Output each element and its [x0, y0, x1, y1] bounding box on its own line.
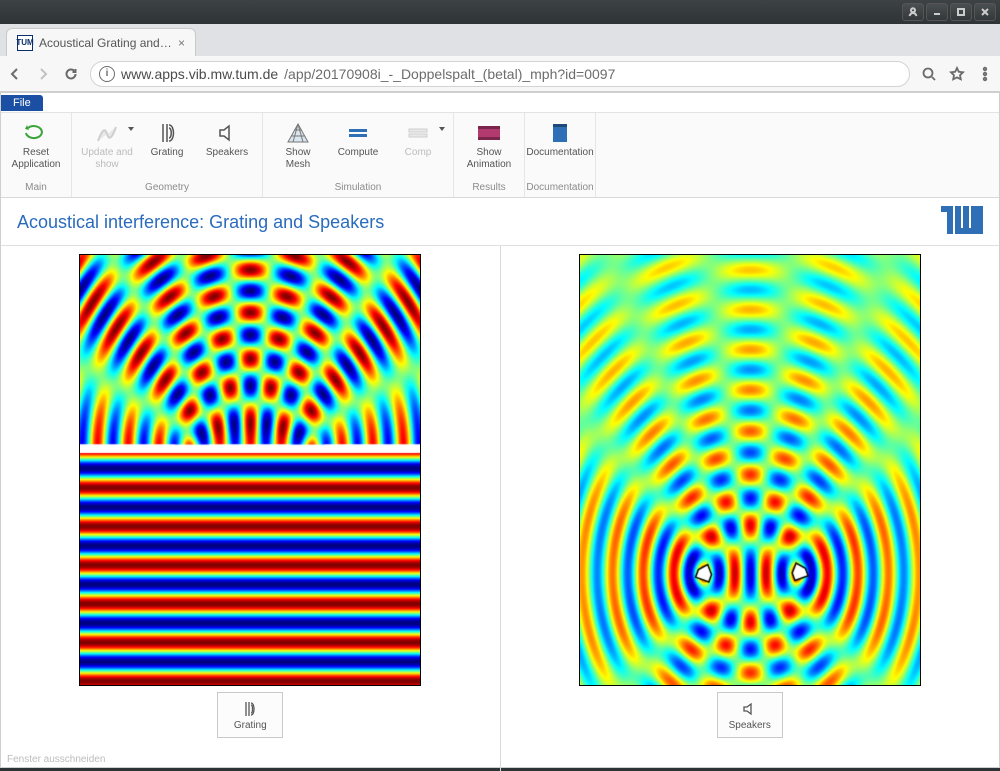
chevron-down-icon	[128, 127, 134, 131]
bookmark-star-icon[interactable]	[948, 65, 966, 83]
browser-tab-strip: TUM Acoustical Grating and Sp ×	[0, 24, 1000, 56]
url-host: www.apps.vib.mw.tum.de	[121, 66, 278, 82]
speakers-toggle-button[interactable]: Speakers	[717, 692, 783, 738]
ribbon-group-label: Results	[454, 180, 524, 197]
grating-button[interactable]: Grating	[138, 117, 196, 163]
browser-menu-icon[interactable]	[976, 65, 994, 83]
speakers-button[interactable]: Speakers	[198, 117, 256, 163]
grating-plot	[79, 254, 421, 686]
ribbon-group-label: Simulation	[263, 180, 453, 197]
documentation-button[interactable]: Documentation	[531, 117, 589, 163]
os-minimize-button[interactable]	[926, 3, 948, 21]
compute-button[interactable]: Compute	[329, 117, 387, 163]
show-animation-button[interactable]: Show Animation	[460, 117, 518, 175]
chevron-down-icon	[439, 127, 445, 131]
ribbon: Reset Application Main Update and show G…	[1, 113, 999, 198]
nav-reload-button[interactable]	[62, 65, 80, 83]
speakers-plot	[579, 254, 921, 686]
ribbon-group-label: Geometry	[72, 180, 262, 197]
url-path: /app/20170908i_-_Doppelspalt_(betal)_mph…	[284, 66, 615, 82]
tab-close-icon[interactable]: ×	[178, 36, 185, 50]
os-close-button[interactable]	[974, 3, 996, 21]
menu-file[interactable]: File	[1, 95, 43, 111]
nav-back-button[interactable]	[6, 65, 24, 83]
reset-application-button[interactable]: Reset Application	[7, 117, 65, 175]
os-maximize-button[interactable]	[950, 3, 972, 21]
browser-tab[interactable]: TUM Acoustical Grating and Sp ×	[6, 28, 196, 56]
address-bar[interactable]: i www.apps.vib.mw.tum.de/app/20170908i_-…	[90, 61, 910, 87]
ribbon-group-label: Main	[1, 180, 71, 197]
snipping-hint: Fenster ausschneiden	[1, 752, 111, 767]
show-mesh-button[interactable]: Show Mesh	[269, 117, 327, 175]
search-icon[interactable]	[920, 65, 938, 83]
ribbon-group-label: Documentation	[525, 180, 595, 197]
site-info-icon[interactable]: i	[99, 66, 115, 82]
page-title: Acoustical interference: Grating and Spe…	[17, 212, 384, 233]
app-menu-bar: File	[1, 93, 999, 113]
tab-favicon: TUM	[17, 35, 33, 51]
tum-logo	[941, 206, 983, 239]
grating-toggle-button[interactable]: Grating	[217, 692, 283, 738]
os-user-icon[interactable]	[902, 3, 924, 21]
nav-forward-button[interactable]	[34, 65, 52, 83]
update-and-show-button[interactable]: Update and show	[78, 117, 136, 175]
comp-dropdown-button[interactable]: Comp	[389, 117, 447, 163]
tab-title: Acoustical Grating and Sp	[39, 36, 172, 50]
